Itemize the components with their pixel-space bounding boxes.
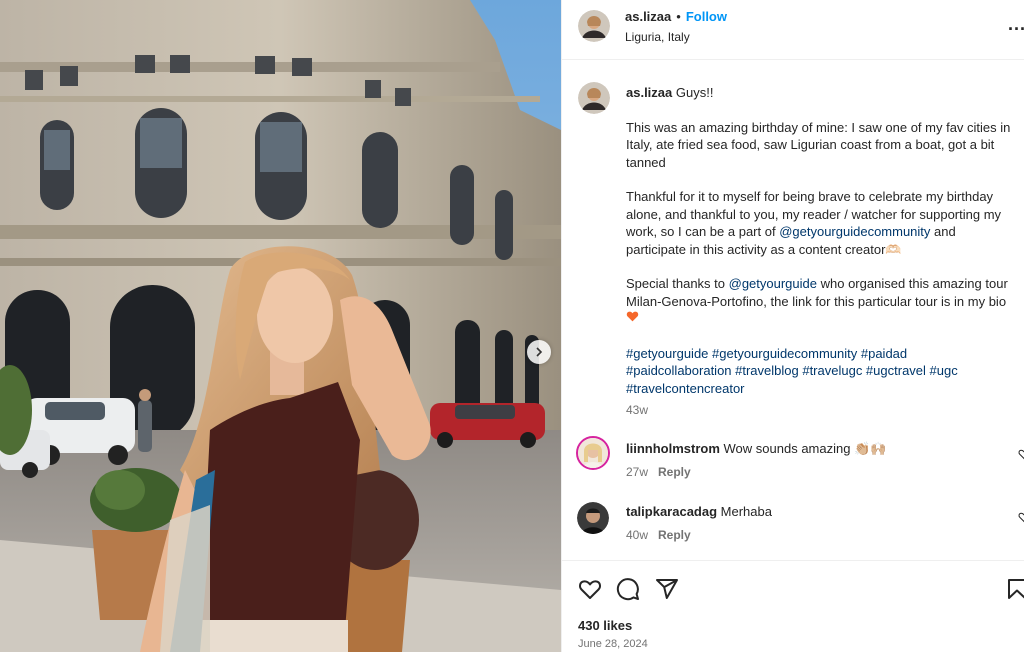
chevron-right-icon bbox=[536, 347, 543, 357]
comment-username[interactable]: talipkaracadag bbox=[626, 504, 717, 519]
next-photo-button[interactable] bbox=[527, 340, 551, 364]
caption-para2-line3-end: and bbox=[930, 224, 956, 240]
comment-username[interactable]: liinnholmstrom bbox=[626, 441, 720, 456]
comment-heart-icon[interactable] bbox=[1018, 448, 1024, 460]
comment-meta: 27w Reply bbox=[626, 465, 691, 479]
mention-getyourguide[interactable]: @getyourguide bbox=[729, 276, 817, 291]
caption-text: as.lizaa Guys!! This was an amazing birt… bbox=[626, 84, 1024, 420]
reply-button[interactable]: Reply bbox=[658, 465, 691, 479]
likes-count[interactable]: 430 likes bbox=[578, 618, 632, 633]
commenter-avatar[interactable] bbox=[576, 436, 610, 470]
comment-icon[interactable] bbox=[616, 577, 640, 601]
caption-greeting: Guys!! bbox=[675, 85, 714, 100]
bookmark-icon[interactable] bbox=[1005, 577, 1024, 601]
post-details-panel: as.lizaa • Follow Liguria, Italy ... as.li… bbox=[561, 0, 1024, 652]
more-options-icon[interactable]: ... bbox=[1008, 14, 1024, 35]
orange-heart-icon bbox=[626, 311, 639, 322]
caption-para1-line2: Italy, ate fried sea food, saw Ligurian … bbox=[626, 137, 995, 153]
comment-meta: 40w Reply bbox=[626, 528, 691, 542]
caption-para2-line3-text: work, so I can be a part of bbox=[626, 224, 780, 240]
caption-para1-line1: This was an amazing birthday of mine: I … bbox=[626, 119, 1011, 135]
caption-para3-line1-end: who organised this amazing tour bbox=[817, 276, 1008, 292]
comment-body: Wow sounds amazing 👏🏼🙌🏼 bbox=[723, 441, 887, 456]
separator-dot: • bbox=[676, 9, 681, 24]
post-photo[interactable] bbox=[0, 0, 561, 652]
comment-body: Merhaba bbox=[720, 504, 772, 519]
comment-text: liinnholmstrom Wow sounds amazing 👏🏼🙌🏼 bbox=[626, 441, 886, 457]
heart-icon[interactable] bbox=[578, 577, 602, 601]
hashtags-line2[interactable]: #paidcollaboration #travelblog #travelug… bbox=[626, 362, 1024, 379]
caption-username[interactable]: as.lizaa bbox=[626, 85, 672, 100]
comment-heart-icon[interactable] bbox=[1018, 511, 1024, 523]
reply-button[interactable]: Reply bbox=[658, 528, 691, 542]
post-actions: 430 likes June 28, 2024 bbox=[562, 560, 1024, 652]
photo-image bbox=[0, 0, 561, 652]
caption-para2-line4: participate in this activity as a conten… bbox=[626, 241, 902, 257]
commenter-avatar[interactable] bbox=[577, 502, 609, 534]
comment-text: talipkaracadag Merhaba bbox=[626, 504, 772, 519]
comment-time[interactable]: 40w bbox=[626, 528, 648, 542]
caption-time[interactable]: 43w bbox=[626, 402, 1024, 419]
author-username[interactable]: as.lizaa bbox=[625, 9, 671, 24]
comment-time[interactable]: 27w bbox=[626, 465, 648, 479]
author-avatar[interactable] bbox=[578, 10, 610, 42]
hashtags-line1[interactable]: #getyourguide #getyourguidecommunity #pa… bbox=[626, 345, 1024, 362]
caption-para1-line3: tanned bbox=[626, 154, 666, 170]
hashtags-line3[interactable]: #travelcontencreator bbox=[626, 380, 1024, 397]
post-location[interactable]: Liguria, Italy bbox=[625, 30, 690, 44]
post-date[interactable]: June 28, 2024 bbox=[578, 638, 648, 650]
caption-para3-line2: Milan-Genova-Portofino, the link for thi… bbox=[626, 293, 1007, 309]
mention-getyourguidecommunity[interactable]: @getyourguidecommunity bbox=[779, 224, 930, 239]
follow-button[interactable]: Follow bbox=[686, 9, 727, 24]
caption-para2-line1: Thankful for it to myself for being brav… bbox=[626, 189, 994, 205]
caption-author-avatar[interactable] bbox=[578, 82, 610, 114]
caption-para3-line1-text: Special thanks to bbox=[626, 276, 729, 292]
share-icon[interactable] bbox=[655, 577, 679, 601]
header-line: as.lizaa • Follow bbox=[625, 9, 727, 24]
post-header: as.lizaa • Follow Liguria, Italy ... bbox=[562, 0, 1024, 60]
caption-para2-line2: alone, and thankful to you, my reader / … bbox=[626, 206, 1002, 222]
